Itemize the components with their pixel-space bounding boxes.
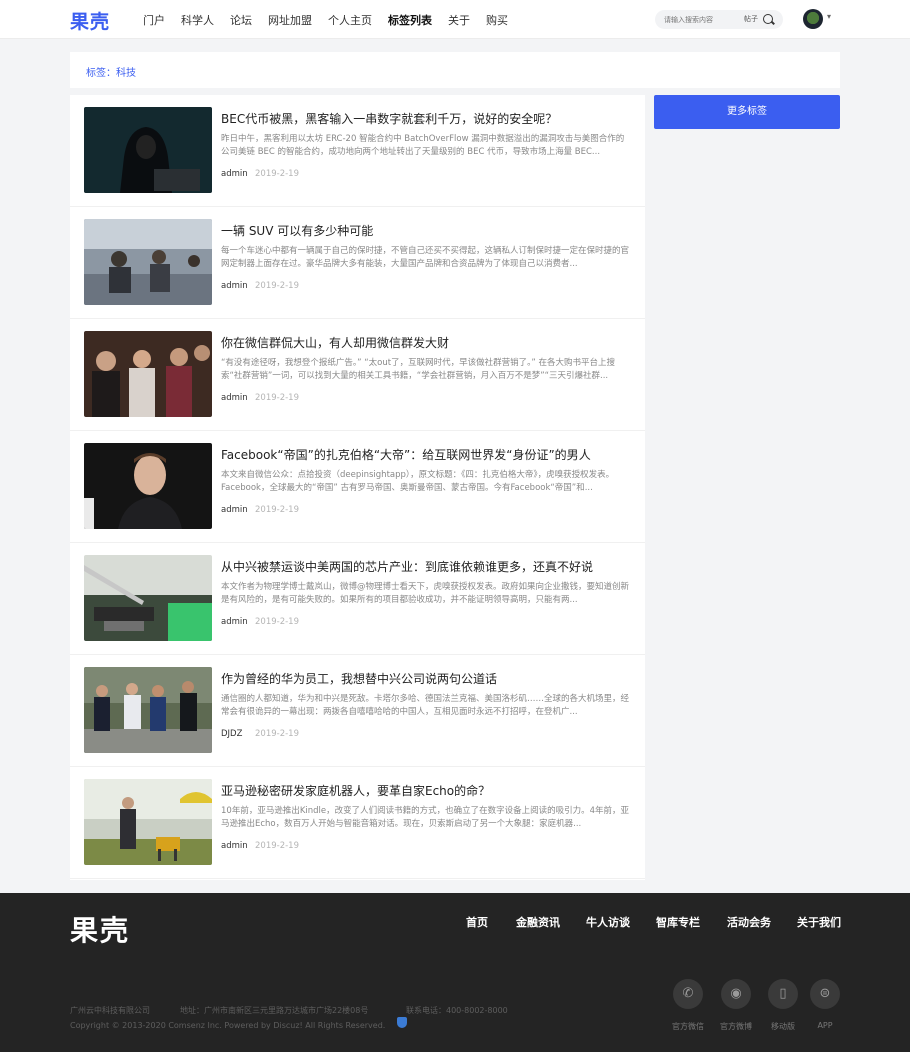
article-summary: 昨日中午，黑客利用以太坊 ERC-20 智能合约中 BatchOverFlow … xyxy=(221,134,625,157)
footer-nav-home[interactable]: 首页 xyxy=(466,914,488,930)
list-item[interactable]: 从中兴被禁运谈中美两国的芯片产业：到底谁依赖谁更多，还真不好说 本文作者为物理学… xyxy=(70,543,645,655)
article-thumbnail[interactable] xyxy=(84,443,212,529)
article-author[interactable]: admin xyxy=(221,281,248,291)
article-title[interactable]: 你在微信群侃大山，有人却用微信群发大财 xyxy=(221,334,631,351)
article-date: 2019-2-19 xyxy=(255,281,299,291)
footer-logo[interactable]: 果壳 xyxy=(70,909,130,949)
article-date: 2019-2-19 xyxy=(255,505,299,515)
list-item[interactable]: 亚马逊秘密研发家庭机器人，要革自家Echo的命？ 10年前，亚马逊推出Kindl… xyxy=(70,767,645,879)
user-avatar[interactable] xyxy=(803,9,823,29)
mobile-icon[interactable]: ▯ xyxy=(768,979,798,1009)
article-date: 2019-2-19 xyxy=(255,169,299,179)
list-item[interactable]: Facebook“帝国”的扎克伯格“大帝”：给互联网世界发“身份证”的男人 本文… xyxy=(70,431,645,543)
chevron-down-icon[interactable]: ▾ xyxy=(827,12,831,21)
article-thumbnail[interactable] xyxy=(84,107,212,193)
list-item[interactable]: 作为曾经的华为员工，我想替中兴公司说两句公道话 通信圈的人都知道，华为和中兴是死… xyxy=(70,655,645,767)
article-thumbnail[interactable] xyxy=(84,219,212,305)
search-icon[interactable] xyxy=(763,14,773,24)
main-nav: 门户 科学人 论坛 网址加盟 个人主页 标签列表 关于 购买 xyxy=(143,12,524,28)
more-tags-button[interactable]: 更多标签 xyxy=(654,95,840,129)
article-title[interactable]: 亚马逊秘密研发家庭机器人，要革自家Echo的命？ xyxy=(221,782,631,799)
article-thumbnail[interactable] xyxy=(84,331,212,417)
footer-nav-events[interactable]: 活动会务 xyxy=(727,914,771,930)
footer-copyright: Copyright © 2013-2020 Comsenz Inc. Power… xyxy=(70,1021,386,1030)
footer-phone: 联系电话：400-8002-8000 xyxy=(406,1006,508,1015)
article-author[interactable]: admin xyxy=(221,617,248,627)
article-author[interactable]: admin xyxy=(221,841,248,851)
article-author[interactable]: admin xyxy=(221,393,248,403)
article-summary: 10年前，亚马逊推出Kindle，改变了人们阅读书籍的方式，也确立了在数字设备上… xyxy=(221,806,630,829)
article-thumbnail[interactable] xyxy=(84,779,212,865)
footer-nav-interview[interactable]: 牛人访谈 xyxy=(586,914,630,930)
footer-address: 地址：广州市南新区三元里路万达城市广场22楼08号 xyxy=(180,1006,369,1015)
article-title[interactable]: 一辆 SUV 可以有多少种可能 xyxy=(221,222,631,239)
nav-portal[interactable]: 门户 xyxy=(143,12,165,28)
list-item[interactable]: 一辆 SUV 可以有多少种可能 每一个车迷心中都有一辆属于自己的保时捷，不管自己… xyxy=(70,207,645,319)
nav-url-join[interactable]: 网址加盟 xyxy=(268,12,312,28)
search-box: 帖子 xyxy=(655,10,783,29)
article-author[interactable]: admin xyxy=(221,169,248,179)
nav-tag-list[interactable]: 标签列表 xyxy=(388,12,432,28)
breadcrumb-tag[interactable]: 标签：科技 xyxy=(86,64,136,79)
footer-nav-finance[interactable]: 金融资讯 xyxy=(516,914,560,930)
social-label[interactable]: 官方微博 xyxy=(711,1021,761,1032)
article-summary: 每一个车迷心中都有一辆属于自己的保时捷，不管自己还买不买得起，这辆私人订制保时捷… xyxy=(221,246,630,269)
article-author[interactable]: admin xyxy=(221,505,248,515)
article-date: 2019-2-19 xyxy=(255,841,299,851)
site-header: 果壳 门户 科学人 论坛 网址加盟 个人主页 标签列表 关于 购买 帖子 ▾ xyxy=(0,0,910,39)
footer-nav-column[interactable]: 智库专栏 xyxy=(656,914,700,930)
list-item[interactable]: BEC代币被黑，黑客输入一串数字就套利千万，说好的安全呢？ 昨日中午，黑客利用以… xyxy=(70,95,645,207)
nav-forum[interactable]: 论坛 xyxy=(230,12,252,28)
site-footer: 果壳 首页 金融资讯 牛人访谈 智库专栏 活动会务 关于我们 广州云中科技有限公… xyxy=(0,893,910,1052)
article-summary: 本文来自微信公众：点拾投资（deepinsightapp），原文标题：《四：扎克… xyxy=(221,470,615,493)
article-title[interactable]: 从中兴被禁运谈中美两国的芯片产业：到底谁依赖谁更多，还真不好说 xyxy=(221,558,631,575)
site-logo[interactable]: 果壳 xyxy=(70,7,110,34)
article-summary: 通信圈的人都知道，华为和中兴是死敌。卡塔尔多哈、德国法兰克福、美国洛杉矶……全球… xyxy=(221,694,630,717)
list-item[interactable]: 你在微信群侃大山，有人却用微信群发大财 “有没有途径呀，我想登个报纸广告。” “… xyxy=(70,319,645,431)
article-date: 2019-2-19 xyxy=(255,617,299,627)
article-title[interactable]: Facebook“帝国”的扎克伯格“大帝”：给互联网世界发“身份证”的男人 xyxy=(221,446,631,463)
social-label[interactable]: 官方微信 xyxy=(663,1021,713,1032)
nav-scientist[interactable]: 科学人 xyxy=(181,12,214,28)
article-list: BEC代币被黑，黑客输入一串数字就套利千万，说好的安全呢？ 昨日中午，黑客利用以… xyxy=(70,95,645,880)
app-icon[interactable]: ⊜ xyxy=(810,979,840,1009)
footer-nav-about[interactable]: 关于我们 xyxy=(797,914,841,930)
wechat-icon[interactable]: ✆ xyxy=(673,979,703,1009)
article-thumbnail[interactable] xyxy=(84,667,212,753)
article-title[interactable]: BEC代币被黑，黑客输入一串数字就套利千万，说好的安全呢？ xyxy=(221,110,631,127)
article-thumbnail[interactable] xyxy=(84,555,212,641)
nav-profile[interactable]: 个人主页 xyxy=(328,12,372,28)
article-summary: 本文作者为物理学博士戴岚山，微博@物理博士看天下，虎嗅获授权发表。政府如果向企业… xyxy=(221,582,630,605)
article-title[interactable]: 作为曾经的华为员工，我想替中兴公司说两句公道话 xyxy=(221,670,631,687)
footer-company: 广州云中科技有限公司 xyxy=(70,1006,150,1015)
weibo-icon[interactable]: ◉ xyxy=(721,979,751,1009)
nav-about[interactable]: 关于 xyxy=(448,12,470,28)
article-summary: “有没有途径呀，我想登个报纸广告。” “太out了，互联网时代，早该做社群营销了… xyxy=(221,358,615,381)
social-label[interactable]: APP xyxy=(800,1021,850,1030)
article-date: 2019-2-19 xyxy=(255,393,299,403)
nav-buy[interactable]: 购买 xyxy=(486,12,508,28)
breadcrumb: 标签：科技 xyxy=(70,52,840,88)
search-input[interactable] xyxy=(664,13,739,26)
security-shield-icon[interactable] xyxy=(397,1017,407,1028)
article-date: 2019-2-19 xyxy=(255,729,299,739)
article-author[interactable]: DJDZ xyxy=(221,729,242,739)
search-scope-select[interactable]: 帖子 xyxy=(744,14,758,24)
